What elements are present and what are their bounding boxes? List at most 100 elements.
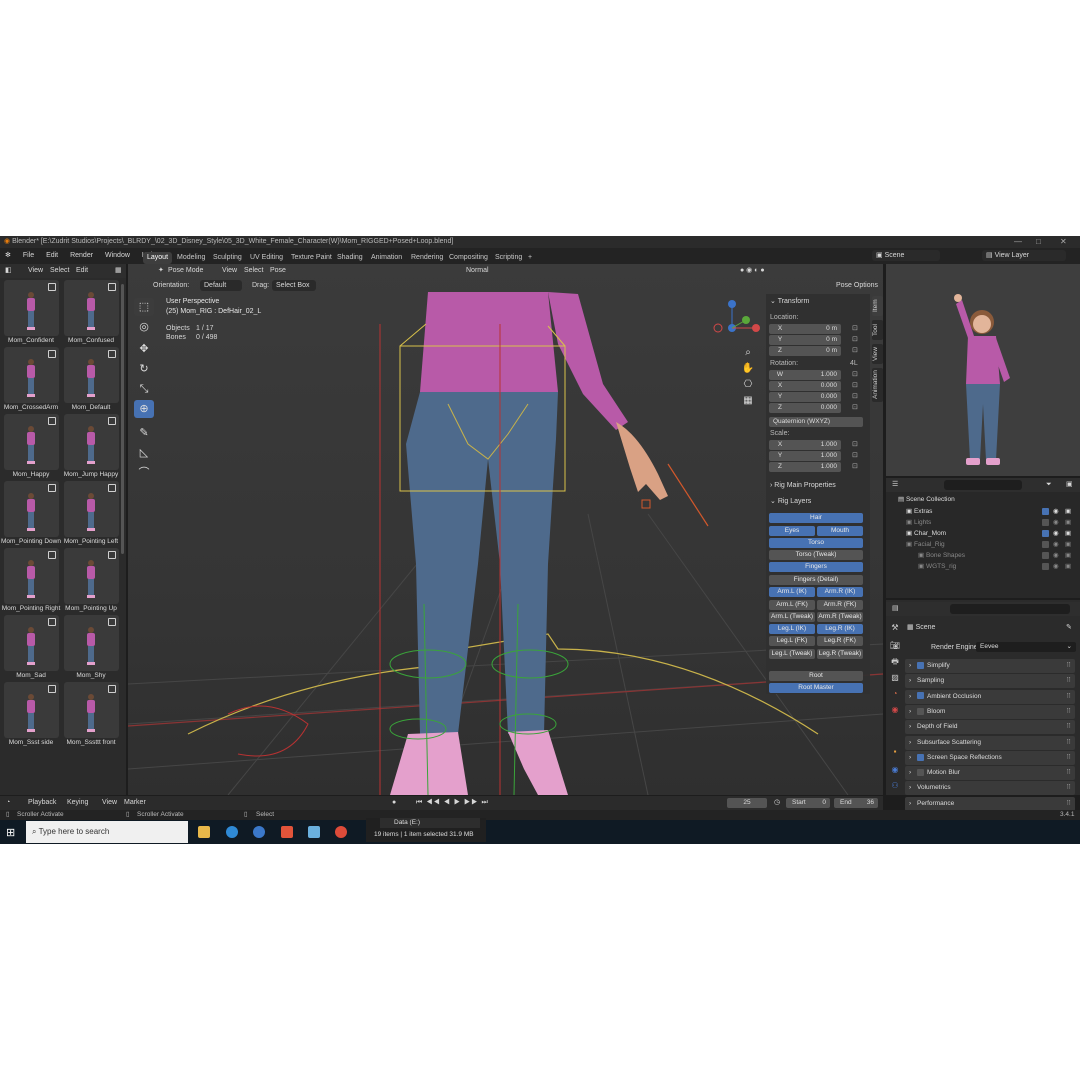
outliner-row[interactable]: ▣ Char_Mom ◉ ▣ (888, 528, 1076, 539)
app-icon[interactable] (308, 826, 320, 838)
drag-handle-icon[interactable]: ⠿ (1066, 674, 1071, 688)
lock-icon[interactable]: ⊡ (852, 392, 858, 400)
edit-pose-icon[interactable] (108, 685, 116, 693)
exclude-checkbox[interactable] (1042, 541, 1049, 548)
edit-pose-icon[interactable] (48, 551, 56, 559)
menu-playback[interactable]: Playback (28, 796, 56, 810)
output-props-icon[interactable]: 🖶︎ (889, 656, 901, 668)
rig-layer-eyes[interactable]: Eyes (769, 526, 815, 536)
close-icon[interactable]: ✕ (1060, 236, 1067, 248)
location-field[interactable]: X 0 m (769, 324, 841, 334)
tab-item[interactable]: Item (872, 296, 883, 316)
tab-compositing[interactable]: Compositing (445, 252, 492, 264)
drag-selector[interactable]: Select Box (272, 280, 316, 291)
tab-view[interactable]: View (872, 344, 883, 364)
tab-animation-sidebar[interactable]: Animation (872, 368, 883, 402)
exclude-checkbox[interactable] (1042, 563, 1049, 570)
lock-icon[interactable]: ⊡ (852, 462, 858, 470)
pose-thumbnail[interactable] (64, 548, 119, 604)
chrome-icon[interactable] (335, 826, 347, 838)
menu-file[interactable]: File (18, 248, 39, 264)
menu-edit-assets[interactable]: Edit (76, 264, 88, 278)
rotation-mode-selector[interactable]: Quaternion (WXYZ) (769, 417, 863, 427)
rig-layer-arm-l-ik[interactable]: Arm.L (IK) (769, 587, 815, 597)
drag-handle-icon[interactable]: ⠿ (1066, 736, 1071, 750)
rig-layer-leg-l-ik[interactable]: Leg.L (IK) (769, 624, 815, 634)
pose-options-button[interactable]: Pose Options (832, 280, 880, 291)
drag-handle-icon[interactable]: ⠿ (1066, 781, 1071, 795)
outliner-row[interactable]: ▣ Bone Shapes ◉ ▣ (888, 550, 1076, 561)
tab-layout[interactable]: Layout (143, 252, 173, 264)
render-camera-icon[interactable]: ▣ (1065, 517, 1071, 528)
pose-thumbnail[interactable] (64, 682, 119, 738)
start-frame-field[interactable]: Start 0 (786, 798, 830, 808)
world-props-icon[interactable]: ◉ (889, 704, 901, 716)
pose-thumbnail[interactable] (64, 481, 119, 537)
filter-icon[interactable]: ⏷ (1046, 478, 1052, 492)
rig-layer-leg-r-tweak[interactable]: Leg.R (Tweak) (817, 649, 863, 659)
constraint-props-icon[interactable]: ⚇ (889, 780, 901, 792)
move-tool-icon[interactable]: ✥ (134, 340, 154, 358)
exclude-checkbox[interactable] (1042, 508, 1049, 515)
minimize-icon[interactable]: — (1014, 236, 1022, 248)
render-camera-icon[interactable]: ▣ (1065, 506, 1071, 517)
tab-uv-editing[interactable]: UV Editing (246, 252, 287, 264)
pose-thumbnail[interactable] (64, 615, 119, 671)
rig-layer-fingers[interactable]: Fingers (769, 562, 863, 572)
menu-render[interactable]: Render (65, 248, 98, 264)
rig-layer-torso[interactable]: Torso (769, 538, 863, 548)
render-section-row[interactable]: › Bloom ⠿ (905, 704, 1075, 719)
outliner-row[interactable]: ▣ Lights ◉ ▣ (888, 517, 1076, 528)
lock-icon[interactable]: ⊡ (852, 324, 858, 332)
browser-icon[interactable] (253, 826, 265, 838)
measure-tool-icon[interactable]: ◺ (134, 444, 154, 462)
pose-thumbnail[interactable] (4, 280, 59, 336)
drag-handle-icon[interactable]: ⠿ (1066, 705, 1071, 719)
render-engine-selector[interactable]: Eevee ⌄ (976, 642, 1076, 652)
render-section-row[interactable]: › Screen Space Reflections ⠿ (905, 750, 1075, 765)
drag-handle-icon[interactable]: ⠿ (1066, 659, 1071, 673)
visibility-eye-icon[interactable]: ◉ (1053, 561, 1059, 572)
exclude-checkbox[interactable] (1042, 519, 1049, 526)
properties-search-field[interactable] (950, 604, 1070, 614)
rig-layer-root[interactable]: Root (769, 671, 863, 681)
rotate-tool-icon[interactable]: ↻ (134, 360, 154, 378)
pose-thumbnail[interactable] (4, 414, 59, 470)
edit-pose-icon[interactable] (48, 685, 56, 693)
shading-selector[interactable]: Normal (466, 264, 489, 278)
lock-icon[interactable]: ⊡ (852, 335, 858, 343)
render-section-row[interactable]: › Volumetrics ⠿ (905, 781, 1075, 796)
render-section-row[interactable]: › Depth of Field ⠿ (905, 720, 1075, 735)
outliner-search-field[interactable] (944, 480, 1022, 490)
pose-thumbnail[interactable] (64, 280, 119, 336)
lock-icon[interactable]: ⊡ (852, 346, 858, 354)
mode-selector[interactable]: Pose Mode (168, 264, 203, 278)
rig-main-properties-panel[interactable]: › Rig Main Properties (770, 482, 836, 489)
rig-layer-root-master[interactable]: Root Master (769, 683, 863, 693)
tab-sculpting[interactable]: Sculpting (209, 252, 246, 264)
asset-scrollbar[interactable] (121, 284, 124, 554)
rotation-field[interactable]: Y 0.000 (769, 392, 841, 402)
outliner-row[interactable]: ▣ WGTS_rig ◉ ▣ (888, 561, 1076, 572)
rig-layer-leg-r-ik[interactable]: Leg.R (IK) (817, 624, 863, 634)
overlay-icons[interactable]: ● ◉ ◐ ● (740, 264, 765, 278)
stopwatch-icon[interactable]: ◷ (774, 798, 780, 806)
transform-tool-icon[interactable]: ⊕ (134, 400, 154, 418)
object-props-icon[interactable]: ▪ (889, 746, 901, 758)
section-enable-checkbox[interactable] (917, 661, 924, 669)
menu-view[interactable]: View (28, 264, 43, 278)
rig-layers-panel-title[interactable]: ⌄ Rig Layers (770, 497, 811, 505)
rotation-field[interactable]: W 1.000 (769, 370, 841, 380)
current-frame-field[interactable]: 25 (727, 798, 767, 808)
drag-handle-icon[interactable]: ⠿ (1066, 690, 1071, 704)
rig-layer-arm-r-fk[interactable]: Arm.R (FK) (817, 600, 863, 610)
cursor-tool-icon[interactable]: ◎ (134, 318, 154, 336)
drag-handle-icon[interactable]: ⠿ (1066, 720, 1071, 734)
menu-view-timeline[interactable]: View (102, 796, 117, 810)
pan-hand-icon[interactable]: ✋ (741, 362, 755, 376)
orientation-selector[interactable]: Default (200, 280, 242, 291)
playback-controls[interactable]: ⏮ ◀◀ ◀ ▶ ▶▶ ⏭ (416, 796, 489, 810)
scale-tool-icon[interactable]: ⤡ (134, 380, 154, 398)
location-field[interactable]: Y 0 m (769, 335, 841, 345)
edit-pose-icon[interactable] (48, 417, 56, 425)
